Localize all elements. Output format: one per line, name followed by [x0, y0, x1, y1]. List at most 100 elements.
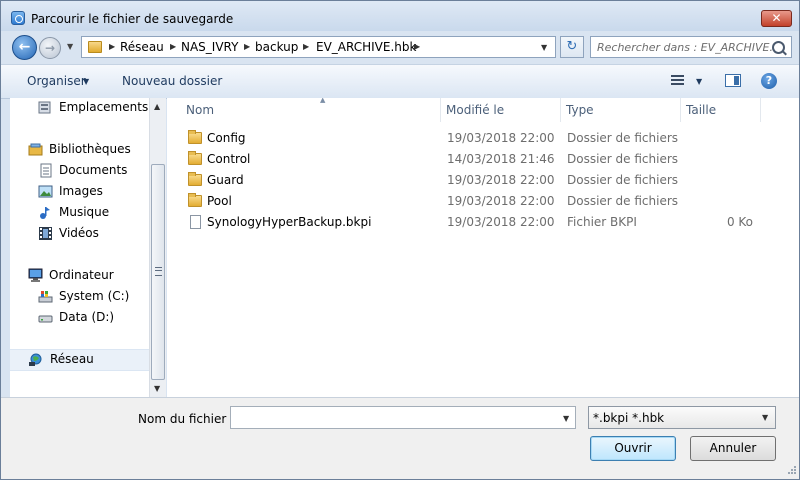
chevron-down-icon[interactable]: ▼: [762, 413, 768, 422]
file-row[interactable]: Config 19/03/2018 22:00 Dossier de fichi…: [167, 128, 799, 149]
file-name: Guard: [207, 173, 244, 187]
breadcrumb-separator-icon[interactable]: ▶: [170, 42, 176, 51]
command-bar: Organiser ▼ Nouveau dossier ▼ ?: [1, 64, 799, 99]
folder-icon: [188, 172, 202, 186]
nav-item-label: Bibliothèques: [49, 142, 131, 156]
file-type: Dossier de fichiers: [567, 173, 679, 187]
sort-ascending-icon: ▲: [320, 98, 326, 104]
nav-item-label: Emplacements récents: [59, 100, 149, 114]
file-list: Nom ▲ Modifié le Type Taille Config 19/0…: [167, 98, 799, 397]
forward-button[interactable]: →: [39, 37, 61, 59]
file-name: Control: [207, 152, 251, 166]
dialog-footer: Nom du fichier : ▼ *.bkpi *.hbk ▼ Ouvrir…: [1, 397, 799, 479]
nav-item-label: System (C:): [59, 289, 130, 303]
filename-input[interactable]: [231, 407, 559, 427]
nav-item-label: Ordinateur: [49, 268, 114, 282]
file-type: Dossier de fichiers: [567, 194, 679, 208]
dialog-title: Parcourir le fichier de sauvegarde: [31, 12, 234, 26]
filename-label: Nom du fichier :: [138, 412, 235, 426]
file-modified: 19/03/2018 22:00: [447, 215, 555, 229]
file-name: Config: [207, 131, 246, 145]
grip-icon: [155, 267, 162, 276]
search-box[interactable]: [590, 36, 792, 58]
file-size: 0 Ko: [726, 215, 753, 229]
title-bar[interactable]: Parcourir le fichier de sauvegarde ✕: [1, 1, 799, 31]
column-header-name[interactable]: Nom ▲: [181, 98, 441, 122]
file-row[interactable]: Control 14/03/2018 21:46 Dossier de fich…: [167, 149, 799, 170]
refresh-button[interactable]: ↻: [560, 36, 584, 58]
close-button[interactable]: ✕: [761, 10, 792, 27]
cancel-button[interactable]: Annuler: [690, 436, 776, 461]
breadcrumb-nas-ivry[interactable]: NAS_IVRY: [181, 40, 238, 54]
network-icon: [28, 352, 43, 367]
scroll-down-icon[interactable]: ▼: [154, 384, 160, 393]
nav-item-label: Réseau: [50, 352, 94, 366]
column-header-label: Taille: [686, 103, 717, 117]
file-icon: [190, 215, 201, 229]
column-header-size[interactable]: Taille: [681, 98, 761, 122]
open-button[interactable]: Ouvrir: [590, 436, 676, 461]
address-bar[interactable]: ▶ Réseau ▶ NAS_IVRY ▶ backup ▶ EV_ARCHIV…: [81, 36, 556, 58]
change-view-icon[interactable]: [671, 75, 684, 86]
computer-icon: [28, 268, 43, 283]
view-dropdown-icon[interactable]: ▼: [696, 77, 702, 86]
organize-dropdown-icon[interactable]: ▼: [83, 77, 89, 86]
column-header-type[interactable]: Type: [561, 98, 681, 122]
organize-button[interactable]: Organiser: [27, 74, 86, 88]
file-row[interactable]: SynologyHyperBackup.bkpi 19/03/2018 22:0…: [167, 212, 799, 233]
pictures-icon: [38, 184, 53, 199]
breadcrumb-ev-archive[interactable]: EV_ARCHIVE.hbk: [316, 40, 416, 54]
nav-item-network[interactable]: Réseau: [10, 349, 149, 371]
breadcrumb-reseau[interactable]: Réseau: [120, 40, 164, 54]
navigation-pane: Emplacements récents Bibliothèques Docum…: [10, 98, 149, 397]
music-icon: [38, 205, 53, 220]
breadcrumb-separator-icon[interactable]: ▶: [244, 42, 250, 51]
file-modified: 19/03/2018 22:00: [447, 131, 555, 145]
nav-item-label: Data (D:): [59, 310, 115, 324]
system-drive-icon: [38, 289, 53, 304]
address-dropdown-icon[interactable]: ▼: [541, 43, 547, 52]
file-name: SynologyHyperBackup.bkpi: [207, 215, 372, 229]
videos-icon: [38, 226, 53, 241]
scroll-up-icon[interactable]: ▲: [154, 102, 160, 111]
breadcrumb-separator-icon[interactable]: ▶: [303, 42, 309, 51]
search-icon[interactable]: [772, 41, 785, 54]
nav-item-label: Vidéos: [59, 226, 99, 240]
navigation-scrollbar[interactable]: ▲ ▼: [149, 98, 166, 397]
folder-icon: [188, 193, 202, 207]
recent-locations-dropdown-icon[interactable]: ▼: [67, 42, 73, 51]
documents-icon: [38, 163, 53, 178]
nav-item-label: Documents: [59, 163, 128, 177]
dialog-icon: [11, 11, 25, 25]
folder-icon: [88, 41, 102, 53]
file-type: Dossier de fichiers: [567, 131, 679, 145]
column-header-label: Modifié le: [446, 103, 505, 117]
file-type-filter-value: *.bkpi *.hbk: [593, 411, 665, 425]
breadcrumb-separator-icon[interactable]: ▶: [109, 42, 115, 51]
filename-dropdown-icon[interactable]: ▼: [563, 414, 569, 423]
filename-combobox[interactable]: ▼: [230, 406, 576, 429]
file-open-dialog: Parcourir le fichier de sauvegarde ✕ ← →…: [0, 0, 800, 480]
scrollbar-thumb[interactable]: [151, 164, 165, 380]
file-name: Pool: [207, 194, 232, 208]
breadcrumb-backup[interactable]: backup: [255, 40, 298, 54]
column-header-label: Nom: [186, 103, 215, 117]
new-folder-button[interactable]: Nouveau dossier: [122, 74, 222, 88]
column-header-modified[interactable]: Modifié le: [441, 98, 561, 122]
file-type-filter[interactable]: *.bkpi *.hbk ▼: [588, 406, 776, 429]
help-icon[interactable]: ?: [761, 73, 777, 89]
recent-places-icon: [38, 100, 53, 115]
file-modified: 19/03/2018 22:00: [447, 173, 555, 187]
file-row[interactable]: Pool 19/03/2018 22:00 Dossier de fichier…: [167, 191, 799, 212]
preview-pane-icon[interactable]: [725, 74, 741, 87]
file-row[interactable]: Guard 19/03/2018 22:00 Dossier de fichie…: [167, 170, 799, 191]
folder-icon: [188, 130, 202, 144]
resize-grip-icon[interactable]: [785, 465, 797, 477]
nav-item-label: Musique: [59, 205, 110, 219]
data-drive-icon: [38, 310, 53, 325]
file-type: Fichier BKPI: [567, 215, 637, 229]
back-button[interactable]: ←: [12, 35, 37, 60]
folder-icon: [188, 151, 202, 165]
breadcrumb-separator-icon[interactable]: ▶: [414, 42, 420, 51]
search-input[interactable]: [591, 37, 773, 57]
